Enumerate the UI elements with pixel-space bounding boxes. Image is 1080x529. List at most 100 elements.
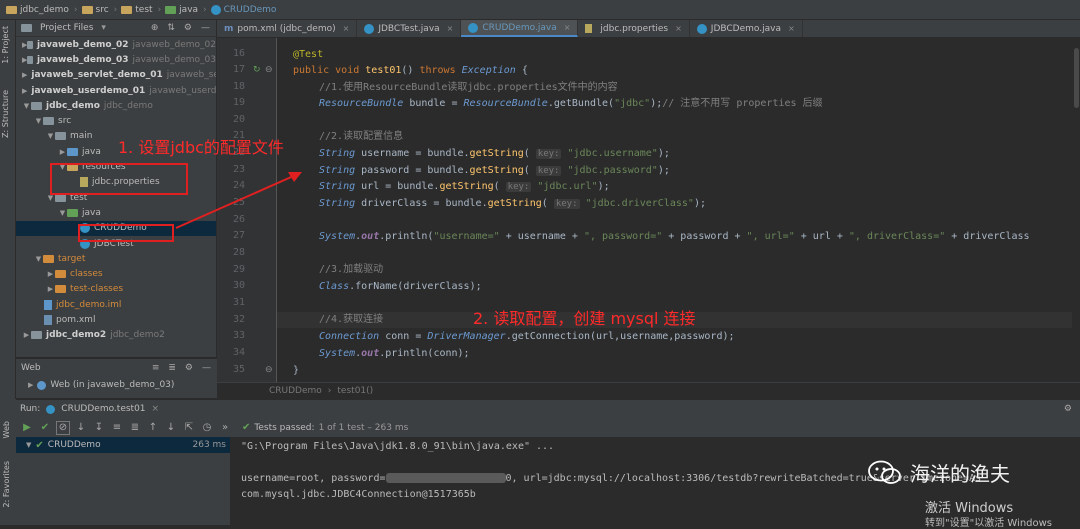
breadcrumb-jdbc-demo[interactable]: jdbc_demo › [6,5,78,15]
collapse-all-icon[interactable]: ≣ [128,421,142,435]
scrollbar-thumb[interactable] [1074,48,1079,108]
close-icon[interactable]: × [788,24,795,33]
breadcrumb-separator: › [327,385,332,396]
favorites-tool-tab[interactable]: 2: Favorites [2,461,11,507]
collapse-arrow-icon[interactable]: ▼ [46,132,55,140]
history-icon[interactable]: ◷ [200,421,214,435]
tab-jdbctest[interactable]: JDBCTest.java × [357,20,462,37]
collapse-arrow-icon[interactable]: ▼ [34,117,43,125]
locate-icon[interactable]: ⊕ [151,23,159,33]
project-tool-tab[interactable]: 1: Project [1,26,10,64]
tree-item[interactable]: ▼ target [16,251,216,266]
collapse-icon[interactable]: ⇅ [167,23,175,33]
tree-item[interactable]: pom.xml [16,312,216,327]
folder-icon [121,5,133,14]
hide-icon[interactable]: — [201,23,210,33]
method-call: println [385,231,428,242]
code-editor[interactable]: 16 17 ↻ ⊖ 18 19 20 21 22 23 24 25 26 27 … [217,38,1080,382]
run-test-icon[interactable]: ↻ [253,65,261,75]
expand-all-icon[interactable]: ≡ [152,363,160,373]
type: String [319,198,356,209]
tree-item[interactable]: ▶ javaweb_userdemo_01 javaweb_userde [16,83,216,98]
collapse-all-icon[interactable]: ≣ [168,363,176,373]
code-area[interactable]: @Test public void test01() throws Except… [277,38,1080,382]
tab-cruddemo[interactable]: CRUDDemo.java × [461,20,579,37]
gear-icon[interactable]: ⚙ [1064,404,1072,414]
tree-item[interactable]: ▼ jdbc_demo jdbc_demo [16,98,216,113]
sort-alpha-icon[interactable]: ↓ [74,421,88,435]
tab-jdbcdemo[interactable]: JDBCDemo.java × [690,20,803,37]
collapse-arrow-icon[interactable]: ▼ [26,441,31,449]
code-line-17: public void test01() throws Exception { [293,65,528,76]
tree-item-label: target [58,253,86,264]
web-tool-tab[interactable]: Web [2,421,11,438]
editor-scrollbar[interactable] [1072,38,1080,382]
project-view-selector[interactable]: Project Files [40,23,93,33]
close-icon[interactable]: × [564,23,571,32]
expand-arrow-icon[interactable]: ▶ [22,331,31,339]
fold-end-icon[interactable]: ⊖ [265,365,273,375]
code-line-33: Connection conn = DriverManager.getConne… [319,331,735,342]
breadcrumb-label: java [179,4,199,15]
gear-icon[interactable]: ⚙ [185,363,193,373]
code-line-19: ResourceBundle bundle = ResourceBundle.g… [319,98,823,109]
sort-duration-icon[interactable]: ↧ [92,421,106,435]
export-icon[interactable]: ⇱ [182,421,196,435]
breadcrumb-label: src [95,4,109,15]
expand-all-icon[interactable]: ≡ [110,421,124,435]
web-item[interactable]: ▶ Web (in javaweb_demo_03) [16,377,217,393]
method-call: getString [469,148,524,159]
tree-item[interactable]: ▶ javaweb_demo_02 javaweb_demo_02 [16,37,216,52]
collapse-arrow-icon[interactable]: ▼ [34,255,43,263]
tree-item[interactable]: ▶ javaweb_demo_03 javaweb_demo_03 [16,52,216,67]
tab-jdbc-properties[interactable]: jdbc.properties × [578,20,690,37]
expand-arrow-icon[interactable]: ▶ [46,285,55,293]
hide-icon[interactable]: — [202,363,211,373]
tree-item[interactable]: ▶ javaweb_servlet_demo_01 javaweb_se [16,68,216,83]
expand-arrow-icon[interactable]: ▶ [22,87,27,95]
next-icon[interactable]: ↓ [164,421,178,435]
breadcrumb-test[interactable]: test › [121,5,161,15]
breadcrumb-src[interactable]: src › [81,4,117,15]
breadcrumb-java[interactable]: java › [165,4,207,15]
close-icon[interactable]: × [343,24,350,33]
expand-arrow-icon[interactable]: ▶ [58,148,67,156]
string-literal: ", url=" [746,231,795,242]
tree-item-hint: javaweb_demo_03 [132,54,216,65]
ignored-filter-icon[interactable]: ⊘ [56,420,70,435]
close-icon[interactable]: × [675,24,682,33]
breadcrumb-label: jdbc_demo [20,4,69,15]
tree-item[interactable]: ▶ test-classes [16,282,216,297]
editor-breadcrumb-method[interactable]: test01() [337,386,373,396]
line-number: 30 [232,280,245,291]
test-icon [46,404,56,414]
wechat-watermark: 海洋的渔夫 [868,458,1010,487]
tree-item-label: javaweb_userdemo_01 [31,85,146,96]
passed-filter-icon[interactable]: ✔ [38,421,52,435]
rerun-icon[interactable]: ▶ [20,421,34,435]
tree-item[interactable]: ▼ src [16,113,216,128]
collapse-arrow-icon[interactable]: ▼ [58,209,67,217]
test-tree: ▼ ✔ CRUDDemo 263 ms [16,437,231,525]
expand-arrow-icon[interactable]: ▶ [22,71,27,79]
tree-item[interactable]: ▶ jdbc_demo2 jdbc_demo2 [16,328,216,343]
expand-arrow-icon[interactable]: ▶ [46,270,55,278]
tab-pom-xml[interactable]: m pom.xml (jdbc_demo) × [217,20,358,37]
test-tree-item[interactable]: ▼ ✔ CRUDDemo 263 ms [16,437,230,453]
run-config-tab[interactable]: CRUDDemo.test01 [61,404,145,414]
breadcrumb-cruddemo[interactable]: CRUDDemo [210,4,276,15]
gear-icon[interactable]: ⚙ [184,23,192,33]
dropdown-arrow-icon[interactable]: ▾ [101,23,106,33]
close-icon[interactable]: × [447,24,454,33]
editor-breadcrumb-class[interactable]: CRUDDemo [269,386,322,396]
tree-item[interactable]: jdbc_demo.iml [16,297,216,312]
more-icon[interactable]: » [218,421,232,435]
expand-arrow-icon[interactable]: ▶ [28,381,33,389]
close-icon[interactable]: × [152,404,160,414]
collapse-arrow-icon[interactable]: ▼ [22,102,31,110]
previous-icon[interactable]: ↑ [146,421,160,435]
fold-icon[interactable]: ⊖ [265,65,273,75]
structure-tool-tab[interactable]: Z: Structure [1,90,10,138]
method-call: getString [439,181,494,192]
tree-item[interactable]: ▶ classes [16,266,216,281]
